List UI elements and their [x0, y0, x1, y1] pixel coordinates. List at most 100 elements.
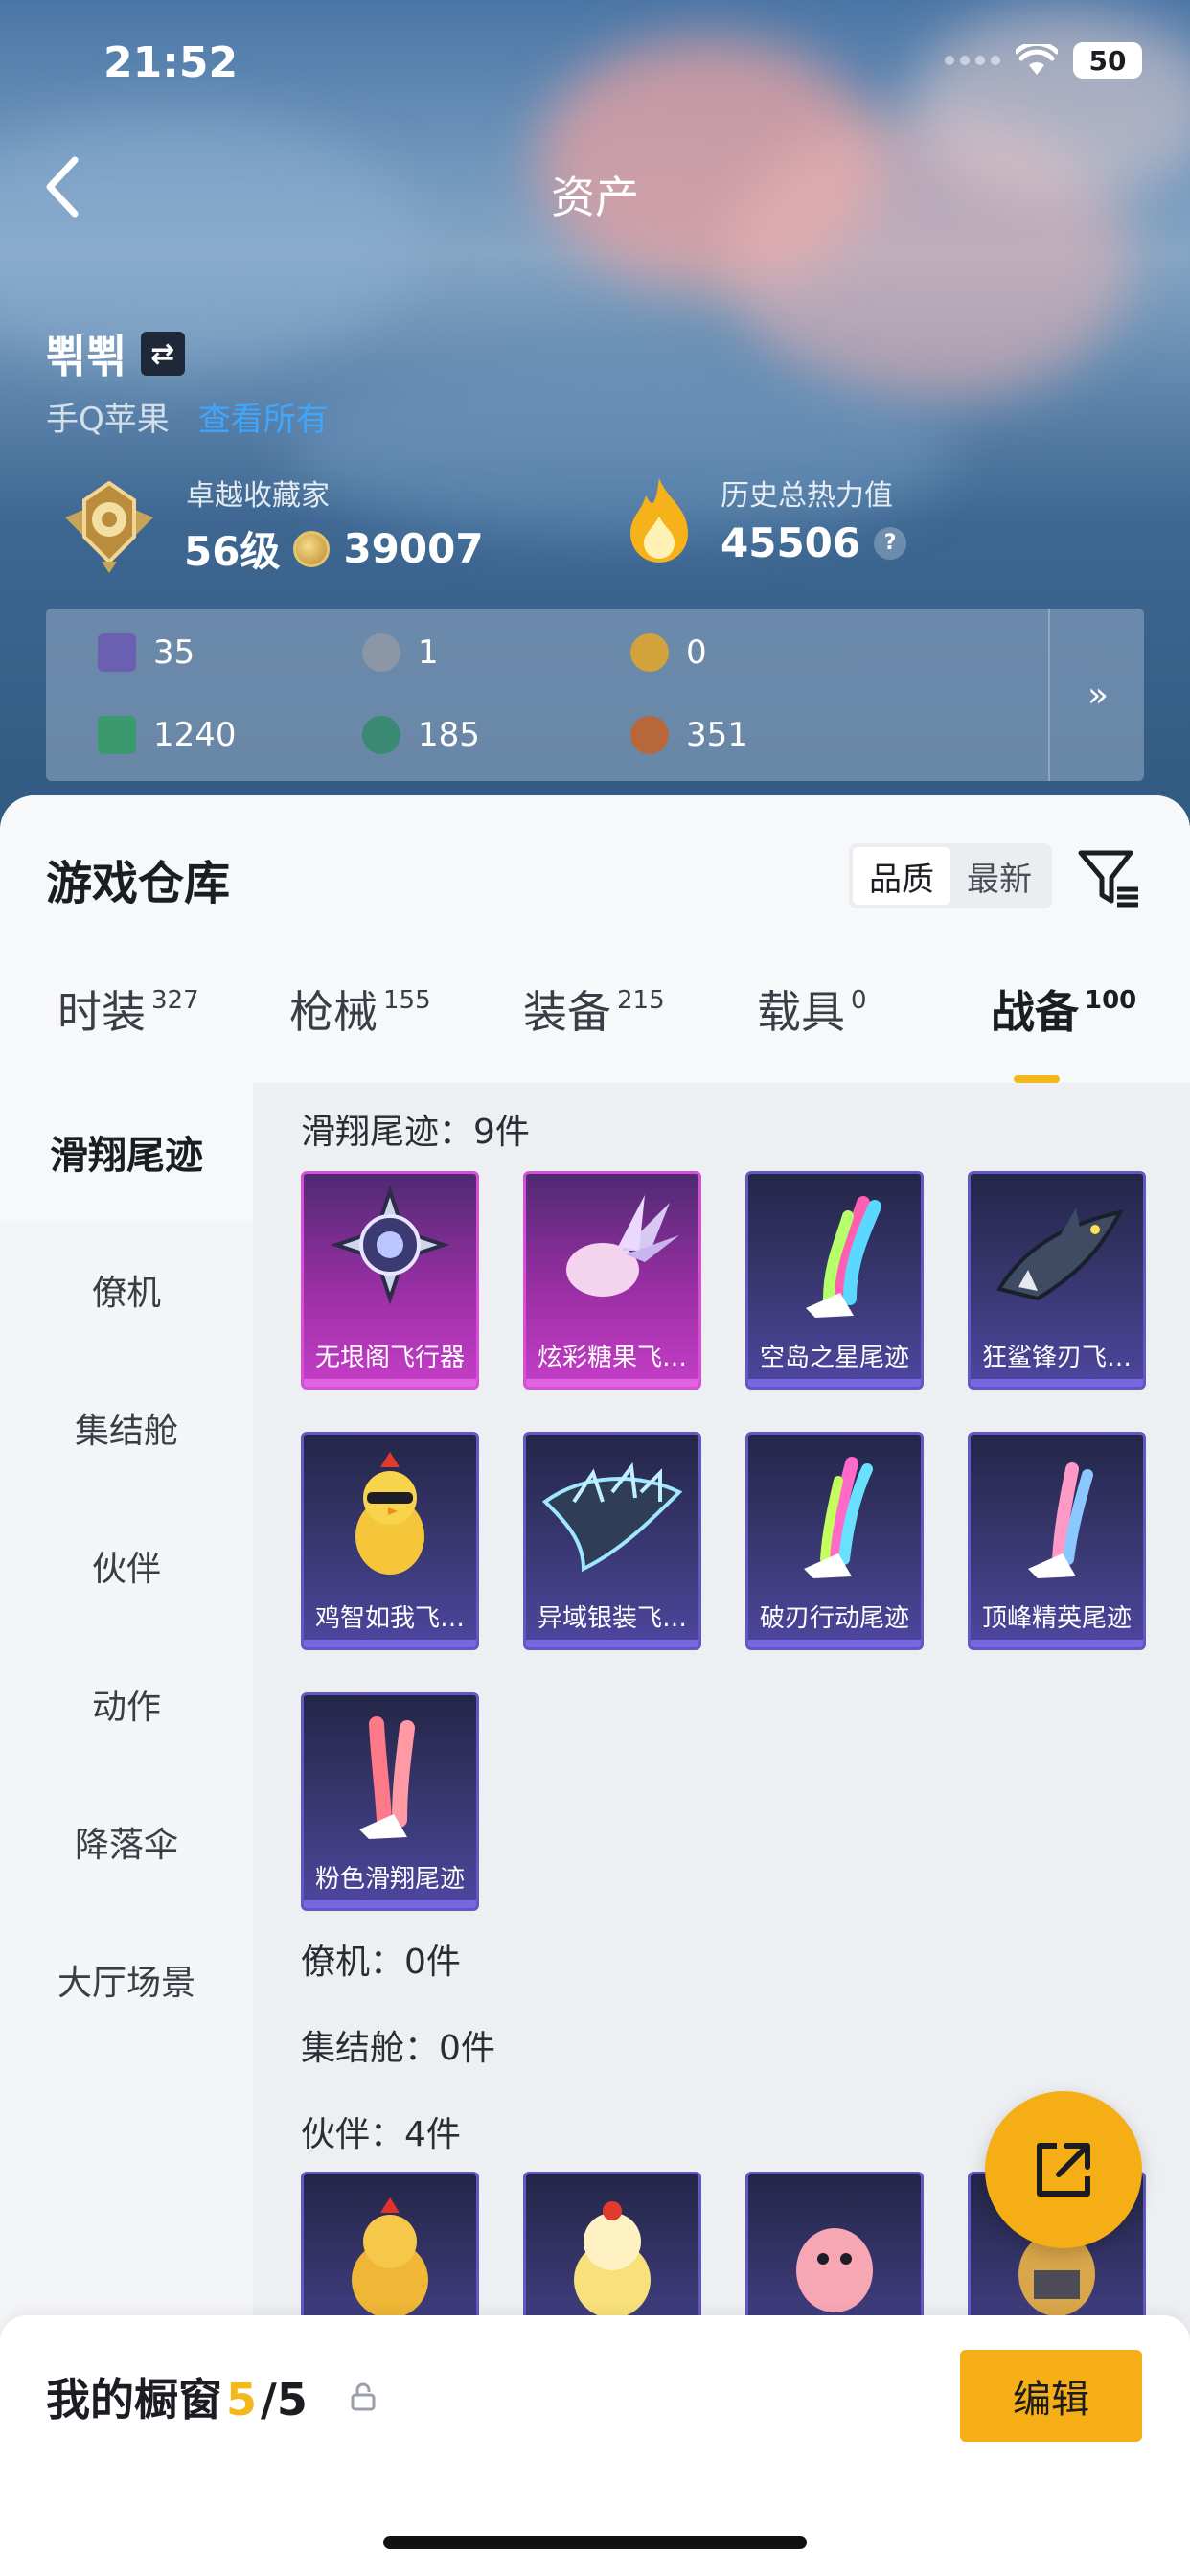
- sort-newest-button[interactable]: 最新: [950, 847, 1048, 905]
- item-card[interactable]: 鸡智如我飞…: [301, 1432, 479, 1650]
- rainbow-trail-art: [1028, 1462, 1093, 1578]
- rainbow-trail-art: [806, 1196, 881, 1318]
- tab-guns[interactable]: 枪械 155: [289, 978, 431, 1041]
- item-card[interactable]: 狂鲨锋刃飞…: [968, 1171, 1146, 1390]
- item-card[interactable]: 空岛之星尾迹: [745, 1171, 924, 1390]
- item-name: 粉色滑翔尾迹: [314, 1865, 465, 1894]
- sort-quality-button[interactable]: 品质: [853, 847, 950, 905]
- warehouse-title: 游戏仓库: [46, 857, 231, 910]
- collector-medal-icon: [65, 480, 153, 573]
- chick-partner-art: [574, 2201, 651, 2318]
- item-card[interactable]: 炫彩糖果飞…: [523, 1171, 701, 1390]
- warehouse-sheet: 游戏仓库 品质 最新 时装 327 枪械 155 装备 215 载具 0 战备 100 滑…: [0, 795, 1190, 2576]
- currency-item: 0: [630, 633, 707, 672]
- showcase-title-row: 我的橱窗 5 /5: [46, 2365, 308, 2428]
- green-ticket-icon: [98, 716, 136, 754]
- item-name: 破刃行动尾迹: [759, 1604, 909, 1633]
- sidebar-item-wingman[interactable]: 僚机: [0, 1221, 253, 1359]
- user-subtitle: 手Q苹果 查看所有: [46, 393, 329, 440]
- edit-button[interactable]: 编辑: [960, 2350, 1142, 2442]
- collector-stats: 56级 39007: [184, 519, 484, 578]
- currency-item: 185: [362, 716, 480, 754]
- help-icon[interactable]: ?: [874, 526, 907, 560]
- item-card[interactable]: 粉色滑翔尾迹: [301, 1692, 479, 1911]
- currency-item: 1: [362, 633, 439, 672]
- bronze-coin-icon: [630, 716, 669, 754]
- battery-indicator: 50: [1073, 42, 1142, 79]
- signal-icon: [945, 56, 1000, 65]
- sort-toggle: 品质 最新: [849, 843, 1052, 908]
- section-heading-trail: 滑翔尾迹：9件: [301, 1113, 530, 1152]
- collector-points-icon: [293, 530, 331, 567]
- section-heading-wingman: 僚机：0件: [301, 1943, 461, 1982]
- wifi-icon: [1016, 44, 1058, 75]
- showcase-current: 5: [226, 2374, 258, 2426]
- sidebar-item-partner[interactable]: 伙伴: [0, 1497, 253, 1635]
- share-button[interactable]: [985, 2091, 1142, 2248]
- home-indicator: [383, 2536, 807, 2549]
- currency-item: 351: [630, 716, 748, 754]
- chicken-art: [355, 1452, 424, 1575]
- teal-orb-icon: [362, 716, 400, 754]
- currency-value: 35: [153, 633, 195, 672]
- heat-label: 历史总热力值: [721, 479, 893, 513]
- flame-icon: [630, 478, 688, 563]
- warehouse-header: 游戏仓库 品质 最新 时装 327 枪械 155 装备 215 载具 0 战备 100: [0, 795, 1190, 1083]
- showcase-total: /5: [261, 2374, 308, 2426]
- item-name: 顶峰精英尾迹: [981, 1604, 1132, 1633]
- currency-item: 35: [98, 633, 195, 672]
- active-tab-indicator: [1014, 1075, 1060, 1083]
- heat-value: 45506: [721, 519, 861, 566]
- sidebar-item-glide-trail[interactable]: 滑翔尾迹: [0, 1083, 253, 1221]
- divider: [1048, 609, 1050, 781]
- user-name: 뾖뾖: [46, 331, 127, 382]
- currency-item: 1240: [98, 716, 237, 754]
- tab-fashion[interactable]: 时装 327: [57, 978, 199, 1041]
- tab-equipment[interactable]: 装备 215: [523, 978, 665, 1041]
- pink-trail-art: [359, 1716, 415, 1839]
- status-icons: 50: [945, 42, 1142, 79]
- category-tabs: 时装 327 枪械 155 装备 215 载具 0 战备 100: [0, 978, 1190, 1083]
- item-name: 异域银装飞…: [537, 1604, 687, 1633]
- showcase-bar: 我的橱窗 5 /5 编辑: [0, 2315, 1190, 2576]
- shark-art: [995, 1208, 1124, 1301]
- view-all-link[interactable]: 查看所有: [198, 393, 329, 440]
- item-card[interactable]: 顶峰精英尾迹: [968, 1432, 1146, 1650]
- sidebar-item-lobby-scene[interactable]: 大厅场景: [0, 1911, 253, 2049]
- collector-level: 56级: [184, 528, 281, 575]
- currency-value: 351: [686, 716, 748, 754]
- currency-panel[interactable]: 35 1 0 1240 185 351 »: [46, 609, 1144, 781]
- item-card[interactable]: 破刃行动尾迹: [745, 1432, 924, 1650]
- currency-value: 1240: [153, 716, 237, 754]
- tab-battle-gear[interactable]: 战备 100: [991, 978, 1136, 1041]
- item-card[interactable]: 异域银装飞…: [523, 1432, 701, 1650]
- emblem-art: [330, 1184, 450, 1305]
- sidebar-item-parachute[interactable]: 降落伞: [0, 1773, 253, 1911]
- section-heading-partner: 伙伴：4件: [301, 2115, 461, 2154]
- currency-value: 0: [686, 633, 707, 672]
- sidebar-item-emote[interactable]: 动作: [0, 1635, 253, 1773]
- tab-vehicles[interactable]: 载具 0: [757, 978, 867, 1041]
- heat-stats: 45506 ?: [721, 519, 907, 566]
- switch-account-icon[interactable]: ⇄: [140, 332, 185, 376]
- double-chevron-right-icon[interactable]: »: [1052, 609, 1144, 781]
- page-title: 资产: [551, 172, 639, 223]
- item-card[interactable]: 无垠阁飞行器: [301, 1171, 479, 1390]
- item-name: 鸡智如我飞…: [314, 1604, 465, 1633]
- collector-points: 39007: [343, 525, 484, 572]
- chicken-partner-art: [352, 2197, 428, 2318]
- profile-header: 21:52 50 资产 뾖뾖 ⇄ 手Q苹果 查看所有 卓越收藏家 56级 390…: [0, 0, 1190, 843]
- filter-icon[interactable]: [1075, 845, 1142, 912]
- sidebar-item-capsule[interactable]: 集结舱: [0, 1359, 253, 1497]
- lock-icon: [351, 2382, 376, 2411]
- currency-value: 1: [418, 633, 439, 672]
- user-name-row: 뾖뾖 ⇄: [46, 322, 185, 385]
- item-name: 炫彩糖果飞…: [537, 1344, 687, 1372]
- wing-art: [541, 1461, 683, 1573]
- item-name: 无垠阁飞行器: [314, 1344, 465, 1372]
- gold-coin-icon: [630, 633, 669, 672]
- showcase-title: 我的橱窗: [46, 2374, 222, 2426]
- purple-card-icon: [98, 633, 136, 672]
- collector-title: 卓越收藏家: [186, 479, 330, 513]
- rainbow-trail-art: [804, 1457, 873, 1578]
